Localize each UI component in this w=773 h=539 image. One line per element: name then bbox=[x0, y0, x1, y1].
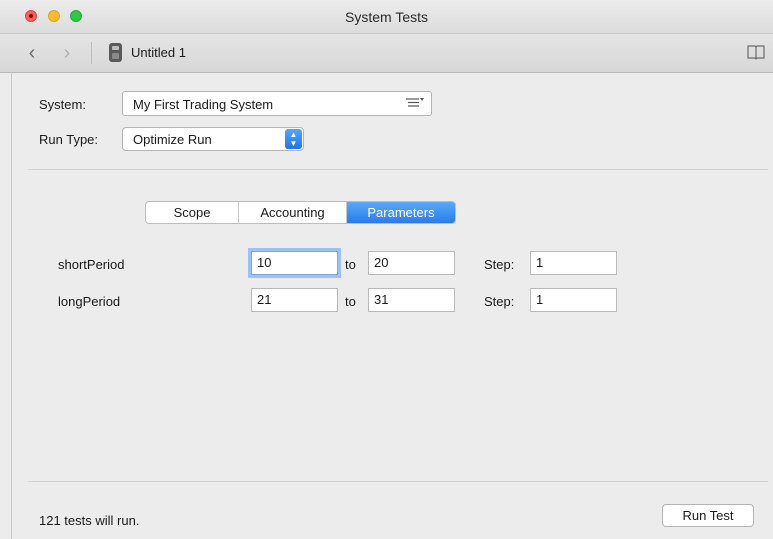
parameter-name: longPeriod bbox=[58, 294, 121, 309]
toolbar: ‹ › Untitled 1 bbox=[0, 34, 773, 73]
tab-accounting[interactable]: Accounting bbox=[239, 202, 347, 223]
from-value-field[interactable]: 21 bbox=[251, 288, 338, 312]
run-test-button[interactable]: Run Test bbox=[662, 504, 754, 527]
parameter-name: shortPeriod bbox=[58, 257, 125, 272]
document-icon bbox=[109, 43, 122, 62]
run-type-value: Optimize Run bbox=[133, 132, 212, 147]
step-label: Step: bbox=[484, 294, 515, 309]
to-label: to bbox=[345, 257, 356, 272]
system-label: System: bbox=[39, 97, 86, 112]
to-value-field[interactable]: 31 bbox=[368, 288, 455, 312]
main-content: System: My First Trading System Run Type… bbox=[11, 73, 773, 539]
run-type-label: Run Type: bbox=[39, 132, 99, 147]
select-stepper-icon: ▲ ▼ bbox=[285, 129, 302, 149]
to-label: to bbox=[345, 294, 356, 309]
system-popup[interactable]: My First Trading System bbox=[122, 91, 432, 116]
window-title: System Tests bbox=[345, 9, 428, 25]
tab-segmented-control: Scope Accounting Parameters bbox=[145, 201, 456, 224]
from-value-field[interactable]: 10 bbox=[251, 251, 338, 275]
document-title: Untitled 1 bbox=[131, 45, 186, 60]
list-menu-icon bbox=[406, 98, 424, 107]
system-tests-window: System Tests ‹ › Untitled 1 System: My F… bbox=[0, 0, 773, 539]
book-icon[interactable] bbox=[747, 44, 765, 60]
to-value-field[interactable]: 20 bbox=[368, 251, 455, 275]
tab-scope[interactable]: Scope bbox=[146, 202, 239, 223]
parameter-row: longPeriod 21 to 31 Step: 1 bbox=[12, 288, 773, 314]
system-value: My First Trading System bbox=[133, 97, 274, 112]
section-divider bbox=[28, 169, 768, 170]
back-icon[interactable]: ‹ bbox=[23, 43, 41, 63]
parameter-row: shortPeriod 10 to 20 Step: 1 bbox=[12, 251, 773, 277]
footer-divider bbox=[28, 481, 768, 482]
toolbar-separator bbox=[91, 42, 92, 64]
status-text: 121 tests will run. bbox=[39, 513, 140, 528]
step-label: Step: bbox=[484, 257, 515, 272]
run-type-select[interactable]: Optimize Run ▲ ▼ bbox=[122, 127, 304, 151]
tab-parameters[interactable]: Parameters bbox=[347, 202, 455, 223]
forward-icon[interactable]: › bbox=[58, 43, 76, 63]
title-bar[interactable]: System Tests bbox=[0, 0, 773, 34]
step-value-field[interactable]: 1 bbox=[530, 288, 617, 312]
step-value-field[interactable]: 1 bbox=[530, 251, 617, 275]
